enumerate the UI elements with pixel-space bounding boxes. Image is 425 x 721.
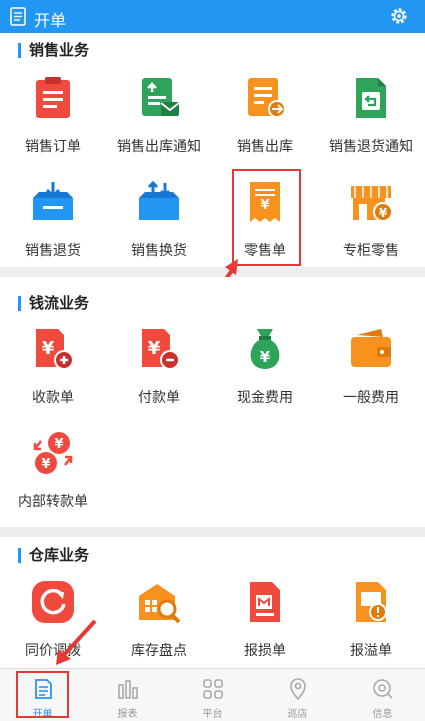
item-label: 现金费用 [237,389,293,405]
section-title-cash: 钱流业务 [18,296,89,311]
receive-money-icon: ¥ [36,329,74,370]
item-general-expense[interactable]: 一般费用 [318,325,424,407]
tab-patrol[interactable]: 巡店 [255,669,340,721]
item-label: 报损单 [244,642,286,658]
section-title-warehouse: 仓库业务 [18,548,89,563]
item-receipt[interactable]: ¥ 收款单 [0,325,106,407]
item-stock-check[interactable]: 库存盘点 [106,578,212,660]
money-bag-icon: ¥ [250,329,280,369]
svg-text:¥: ¥ [260,348,271,366]
item-payment[interactable]: ¥ 付款单 [106,325,212,407]
svg-text:¥: ¥ [41,457,50,472]
item-cash-expense[interactable]: ¥ 现金费用 [212,325,318,407]
tab-messages[interactable]: 信息 [340,669,425,721]
bar-chart-icon [117,680,138,699]
item-label: 销售订单 [25,138,81,154]
pay-money-icon: ¥ [142,329,180,370]
location-pin-icon [289,678,306,701]
arrow-annotation-tab [56,619,97,665]
message-search-icon [372,679,393,699]
section-sales: 销售业务 销售订单 销售出库通知 销售出库 销售退货通知 销售退货 销售换货 ¥… [0,33,425,267]
item-label: 付款单 [138,389,180,405]
tab-label: 报表 [117,709,138,720]
sales-order-icon [36,77,70,118]
transfer-icon: ¥ ¥ [33,432,73,474]
wallet-icon [351,329,391,367]
svg-text:¥: ¥ [148,338,161,359]
svg-text:¥: ¥ [54,437,63,452]
section-title-sales: 销售业务 [18,43,89,58]
highlight-box-tab [16,671,69,718]
svg-text:¥: ¥ [379,206,388,220]
item-counter-retail[interactable]: ¥ 专柜零售 [318,178,424,260]
item-label: 一般费用 [343,389,399,405]
item-label: 报溢单 [350,642,392,658]
item-label: 专柜零售 [343,242,399,258]
item-internal-transfer[interactable]: ¥ ¥ 内部转款单 [0,429,106,511]
return-notice-icon [356,78,386,118]
store-icon: ¥ [351,186,393,222]
tab-label: 信息 [372,709,393,720]
loss-report-icon [250,582,280,622]
gear-icon[interactable] [389,6,409,26]
item-sales-return[interactable]: 销售退货 [0,178,106,260]
top-bar: 开单 [0,0,425,33]
section-cash: 钱流业务 ¥ 收款单 ¥ 付款单 ¥ 现金费用 一般费用 ¥ ¥ 内部转款单 [0,277,425,527]
item-label: 销售退货通知 [329,138,413,154]
item-label: 销售出库通知 [117,138,201,154]
page-title: 开单 [34,13,67,30]
item-sales-return-notice[interactable]: 销售退货通知 [318,74,424,156]
item-loss-report[interactable]: 报损单 [212,578,318,660]
svg-text:¥: ¥ [42,338,55,359]
warehouse-search-icon [139,584,181,624]
item-sales-outbound-notice[interactable]: 销售出库通知 [106,74,212,156]
item-label: 销售出库 [237,138,293,154]
item-sales-exchange[interactable]: 销售换货 [106,178,212,260]
item-label: 库存盘点 [131,642,187,658]
tab-label: 平台 [202,709,223,720]
item-overflow-report[interactable]: 报溢单 [318,578,424,660]
outbound-notice-icon [142,78,180,116]
outbound-icon [248,78,286,118]
exchange-box-icon [139,180,179,220]
document-icon [10,7,26,26]
return-box-icon [33,182,73,220]
grid-icon [202,679,223,699]
highlight-box-retail [232,169,301,266]
item-label: 内部转款单 [18,493,88,509]
item-label: 销售退货 [25,242,81,258]
item-sales-order[interactable]: 销售订单 [0,74,106,156]
item-label: 收款单 [32,389,74,405]
tab-reports[interactable]: 报表 [85,669,170,721]
overflow-report-icon [356,582,387,622]
tab-platform[interactable]: 平台 [170,669,255,721]
item-sales-outbound[interactable]: 销售出库 [212,74,318,156]
tab-label: 巡店 [287,709,308,720]
